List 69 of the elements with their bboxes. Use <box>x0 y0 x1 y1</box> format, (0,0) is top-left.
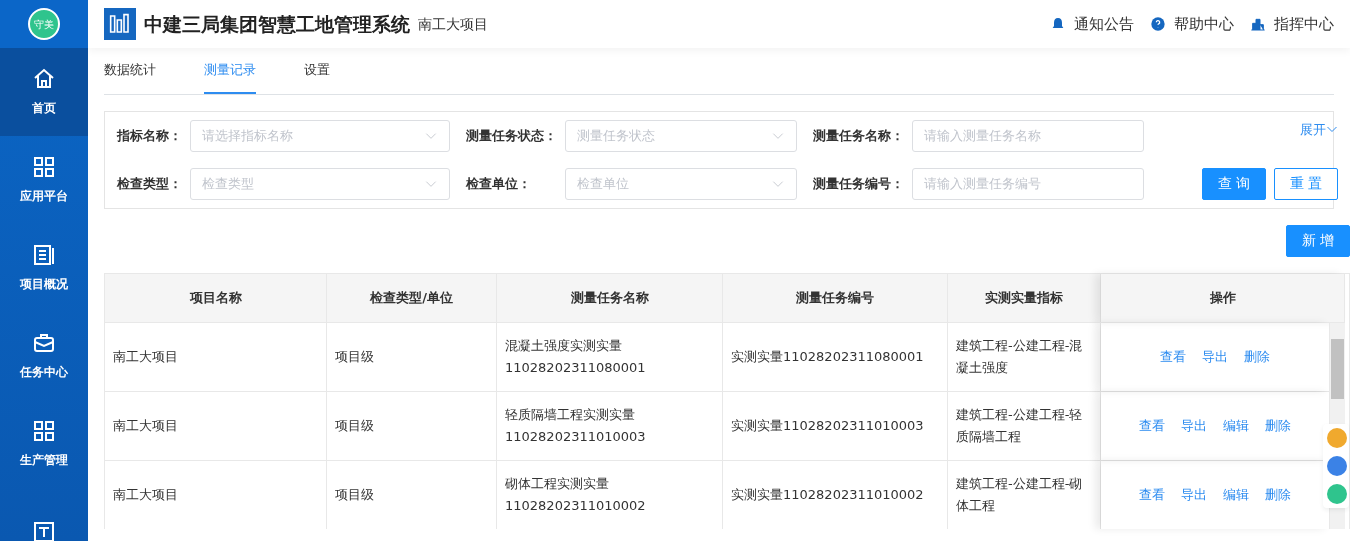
table-cell-text: 南工大项目 <box>113 416 178 435</box>
column-header: 检查类型/单位 <box>327 273 497 322</box>
action-link[interactable]: 编辑 <box>1223 483 1249 506</box>
sidebar-item[interactable]: 生产管理 <box>0 400 88 488</box>
action-link[interactable]: 导出 <box>1181 414 1207 437</box>
tool-dot[interactable] <box>1327 483 1347 504</box>
avatar: 守美 <box>28 8 60 40</box>
table-cell-text: 建筑工程-公建工程-砌体工程 <box>956 474 1084 515</box>
action-link[interactable]: 编辑 <box>1223 414 1249 437</box>
reset-button[interactable]: 重 置 <box>1274 167 1338 200</box>
tab[interactable]: 设置 <box>304 48 330 94</box>
tab[interactable]: 测量记录 <box>204 48 256 94</box>
tool-dot[interactable] <box>1327 455 1347 476</box>
grid-icon <box>32 155 56 179</box>
filter-label: 测量任务编号： <box>813 174 904 193</box>
expand-link[interactable]: 展开 <box>1300 119 1338 139</box>
action-link[interactable]: 查看 <box>1139 414 1165 437</box>
header-link[interactable]: 帮助中心 <box>1150 12 1234 36</box>
table-cell-text: 混凝土强度实测实量 11028202311080001 <box>505 336 647 377</box>
table-cell-text: 项目级 <box>335 485 374 504</box>
header-link[interactable]: 通知公告 <box>1050 12 1134 36</box>
column-header: 测量任务编号 <box>723 273 948 322</box>
board-icon <box>32 520 56 541</box>
action-link[interactable]: 查看 <box>1139 483 1165 506</box>
action-link[interactable]: 删除 <box>1265 483 1291 506</box>
table-cell-text: 实测实量11028202311010003 <box>731 416 924 435</box>
table-cell-text: 轻质隔墙工程实测实量 11028202311010003 <box>505 405 647 446</box>
table-cell-text: 砌体工程实测实量 11028202311010002 <box>505 474 647 515</box>
filter-label: 测量任务名称： <box>813 126 904 145</box>
add-button[interactable]: 新 增 <box>1286 224 1350 257</box>
action-link[interactable]: 删除 <box>1244 345 1270 368</box>
table-cell-text: 建筑工程-公建工程-混凝土强度 <box>956 336 1084 377</box>
tab[interactable]: 数据统计 <box>104 48 156 94</box>
help-icon <box>1150 16 1166 32</box>
filter-label: 检查类型： <box>117 174 182 193</box>
table-cell-text: 南工大项目 <box>113 485 178 504</box>
logo-icon <box>104 8 136 40</box>
project-name: 南工大项目 <box>418 14 488 34</box>
table-cell-text: 建筑工程-公建工程-轻质隔墙工程 <box>956 405 1084 446</box>
building-icon <box>1250 16 1266 32</box>
column-header: 操作 <box>1101 273 1345 322</box>
column-header: 测量任务名称 <box>497 273 723 322</box>
document-icon <box>32 243 56 267</box>
table-cell-text: 南工大项目 <box>113 347 178 366</box>
sidebar-item[interactable]: 任务中心 <box>0 312 88 400</box>
app-title: 中建三局集团智慧工地管理系统 <box>144 11 410 37</box>
filter-label: 指标名称： <box>117 126 182 145</box>
table-cell-text: 项目级 <box>335 347 374 366</box>
filter-label: 测量任务状态： <box>466 126 557 145</box>
table-cell-text: 项目级 <box>335 416 374 435</box>
scrollbar-thumb[interactable] <box>1331 338 1344 399</box>
column-header: 实测实量指标 <box>948 273 1101 322</box>
sidebar-item[interactable]: 项目概况 <box>0 224 88 312</box>
home-icon <box>32 67 56 91</box>
grid-icon <box>32 419 56 443</box>
header-link[interactable]: 指挥中心 <box>1250 12 1334 36</box>
filter-label: 检查单位： <box>466 174 532 193</box>
column-header: 项目名称 <box>105 273 327 322</box>
briefcase-icon <box>32 331 56 355</box>
action-link[interactable]: 导出 <box>1202 345 1228 368</box>
query-button[interactable]: 查 询 <box>1202 167 1266 200</box>
action-link[interactable]: 查看 <box>1160 345 1186 368</box>
sidebar-item[interactable]: 首页 <box>0 48 88 136</box>
sidebar-item[interactable]: 应用平台 <box>0 136 88 224</box>
tool-dot[interactable] <box>1327 427 1347 448</box>
action-link[interactable]: 删除 <box>1265 414 1291 437</box>
table-cell-text: 实测实量11028202311080001 <box>731 347 924 366</box>
action-link[interactable]: 导出 <box>1181 483 1207 506</box>
table-cell-text: 实测实量11028202311010002 <box>731 485 924 504</box>
